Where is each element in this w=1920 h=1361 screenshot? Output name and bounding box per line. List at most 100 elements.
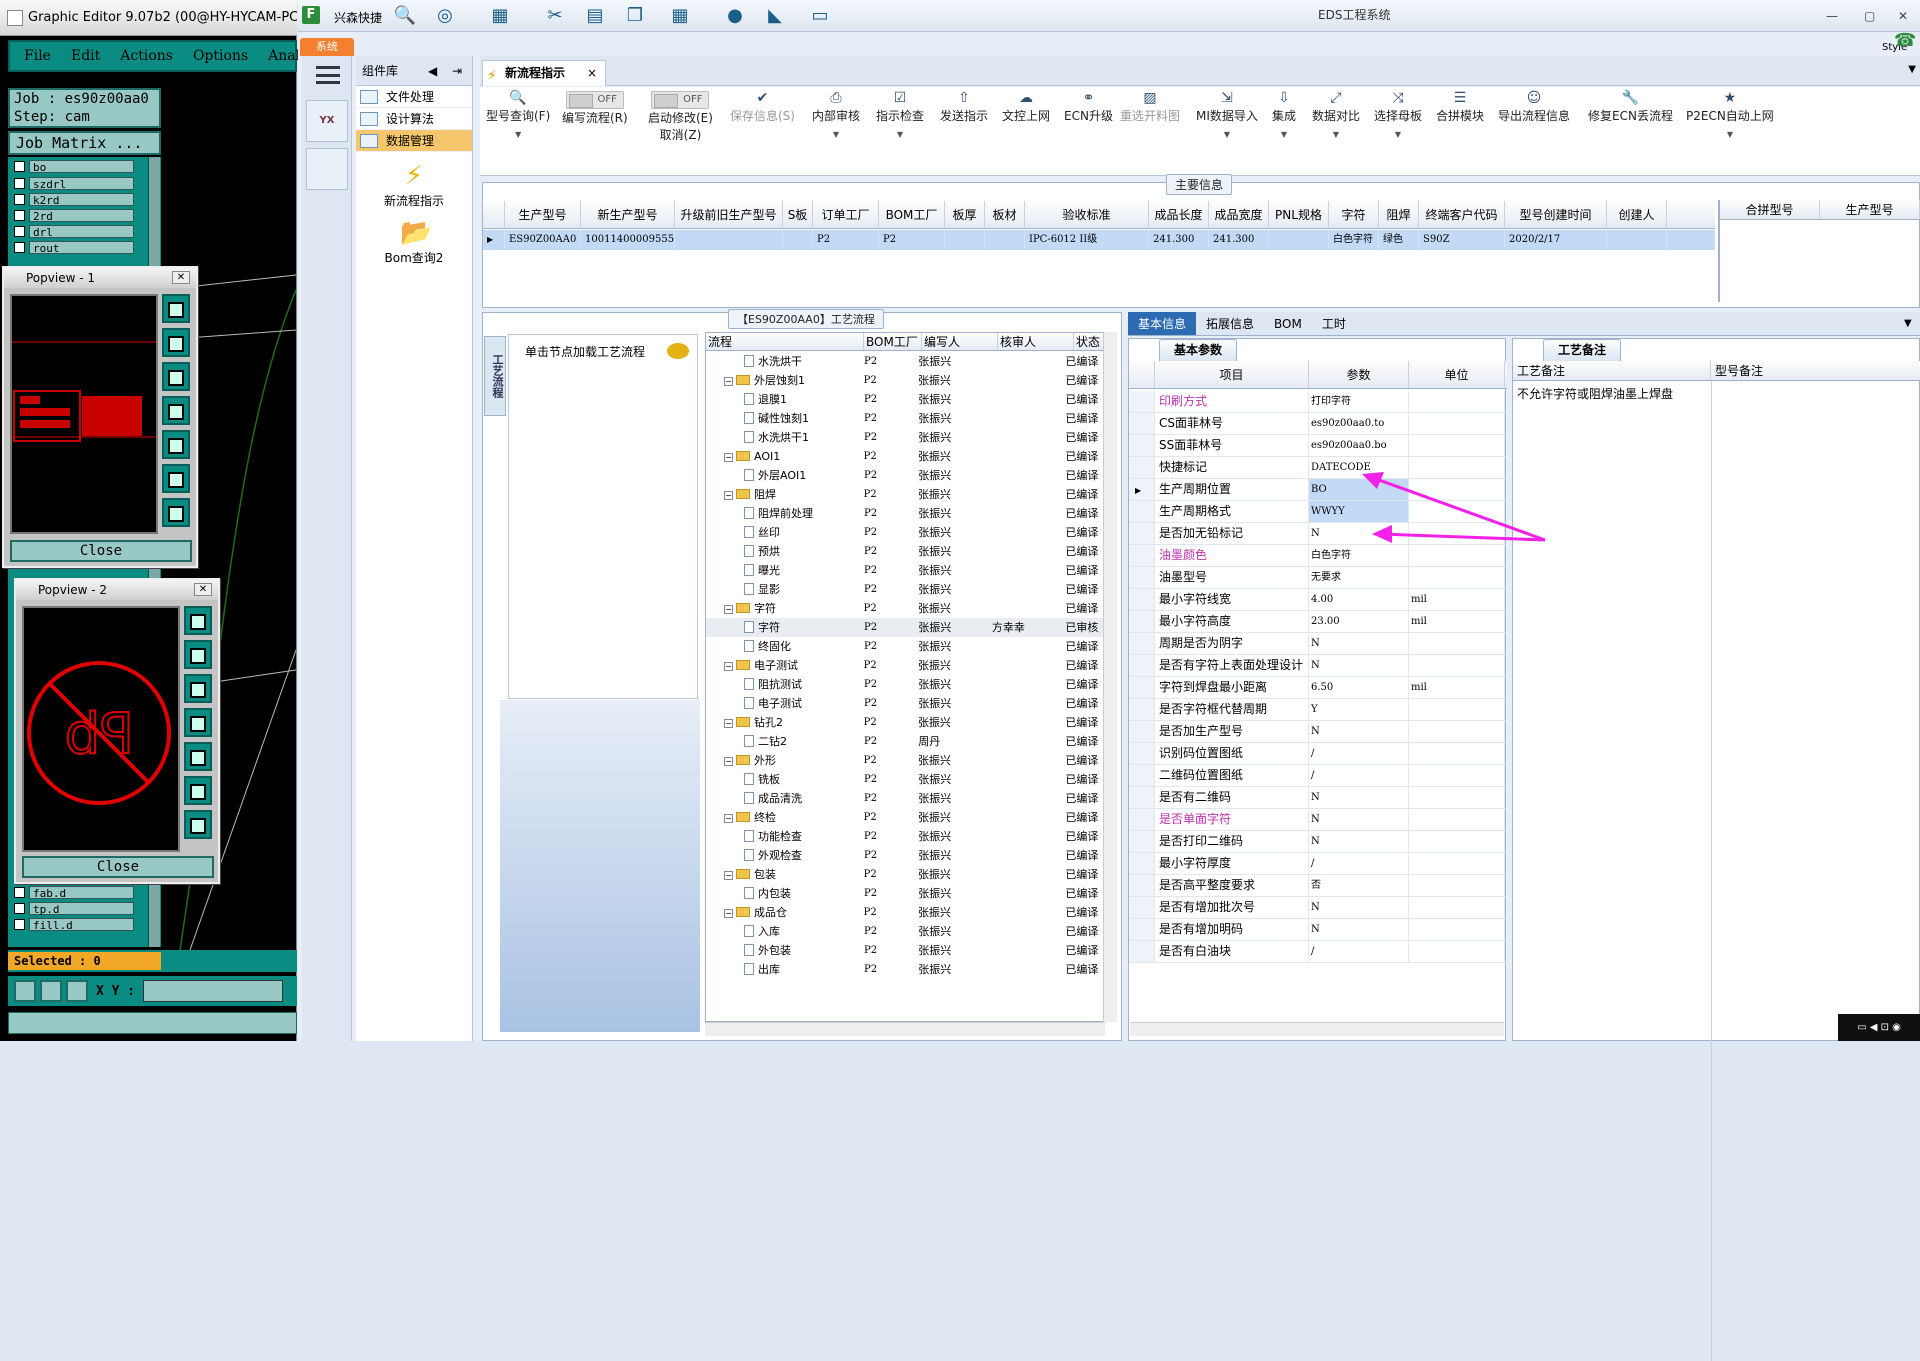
param-value-cell[interactable]: N — [1309, 655, 1409, 676]
param-unit-cell[interactable] — [1409, 787, 1505, 808]
popview-1-titlebar[interactable]: Popview - 1 ✕ — [4, 268, 196, 288]
param-row[interactable]: 油墨型号 无要求 — [1129, 567, 1507, 589]
tree-node[interactable]: 曝光 — [706, 561, 860, 580]
zoom-out-icon[interactable] — [162, 362, 190, 391]
process-tree-vertical-scrollbar[interactable] — [1103, 332, 1117, 1022]
param-value-cell[interactable]: / — [1309, 743, 1409, 764]
model-query-button[interactable]: 🔍 型号查询(F) ▼ — [486, 91, 550, 139]
tree-node[interactable]: − 阻焊 — [706, 485, 860, 504]
col-header[interactable]: 板材 — [985, 201, 1025, 228]
pan-left-icon[interactable] — [162, 396, 190, 425]
col-header[interactable]: 成品宽度 — [1209, 201, 1269, 228]
col-header[interactable]: PNL规格 — [1269, 201, 1329, 228]
param-unit-cell[interactable] — [1409, 765, 1505, 786]
monitor-icon[interactable]: ▭ — [808, 6, 832, 26]
process-tree-row[interactable]: 入库 P2 张振兴 已编译 — [706, 922, 1106, 941]
layer-row[interactable]: tp.d — [14, 901, 134, 916]
table-cell[interactable]: 241.300 — [1149, 230, 1209, 250]
integrate-button[interactable]: ⇩ 集成 ▼ — [1272, 91, 1296, 139]
param-row[interactable]: SS面菲林号 es90z00aa0.bo — [1129, 435, 1507, 457]
menu-options[interactable]: Options — [193, 48, 248, 64]
param-unit-cell[interactable] — [1409, 919, 1505, 940]
minimize-icon[interactable]: — — [1826, 9, 1838, 23]
col-header[interactable]: 工艺备注 — [1513, 361, 1711, 380]
zoom-in-icon[interactable] — [184, 640, 212, 669]
param-value-cell[interactable]: es90z00aa0.to — [1309, 413, 1409, 434]
close-icon[interactable]: ✕ — [172, 271, 190, 284]
internal-review-button[interactable]: ⎙ 内部审核 ▼ — [812, 91, 860, 139]
process-tree-row[interactable]: 字符 P2 张振兴 方幸幸 已审核 — [706, 618, 1106, 637]
col-header[interactable]: BOM工厂 — [864, 333, 922, 350]
fix-ecn-flow-button[interactable]: 🔧 修复ECN丢流程 — [1588, 91, 1673, 124]
param-value-cell[interactable]: / — [1309, 765, 1409, 786]
param-row[interactable]: CS面菲林号 es90z00aa0.to — [1129, 413, 1507, 435]
popview-1-close-button[interactable]: Close — [10, 540, 192, 562]
process-tree-row[interactable]: 碱性蚀刻1 P2 张振兴 已编译 — [706, 409, 1106, 428]
param-row[interactable]: 是否有白油块 / — [1129, 941, 1507, 963]
param-row[interactable]: 是否高平整度要求否 — [1129, 875, 1507, 897]
tree-node[interactable]: 水洗烘干 — [706, 352, 860, 371]
data-compare-button[interactable]: ⤢ 数据对比 ▼ — [1312, 91, 1360, 139]
process-tree-row[interactable]: − 外层蚀刻1 P2 张振兴 已编译 — [706, 371, 1106, 390]
col-header[interactable]: 流程 — [706, 333, 864, 350]
process-remark-text[interactable]: 不允许字符或阻焊油墨上焊盘 — [1517, 385, 1673, 402]
collapse-icon[interactable]: − — [724, 909, 733, 918]
pin-icon[interactable]: ⇥ — [452, 56, 462, 86]
col-header[interactable]: 参数 — [1309, 361, 1409, 388]
param-row[interactable]: 最小字符线宽 4.00 mil — [1129, 589, 1507, 611]
process-tree-row[interactable]: − 电子测试 P2 张振兴 已编译 — [706, 656, 1106, 675]
layer-checkbox[interactable] — [14, 919, 25, 930]
scissors-icon[interactable]: ✂ — [543, 6, 567, 26]
process-tree-row[interactable]: 内包装 P2 张振兴 已编译 — [706, 884, 1106, 903]
collapse-icon[interactable]: − — [724, 757, 733, 766]
param-row[interactable]: 周期是否为阴字 N — [1129, 633, 1507, 655]
tree-node[interactable]: − AOI1 — [706, 447, 860, 466]
job-matrix-button[interactable]: Job Matrix ... — [8, 131, 161, 155]
param-row[interactable]: 是否有增加明码 N — [1129, 919, 1507, 941]
start-modify-toggle[interactable]: OFF 启动修改(E) 取消(Z) — [648, 91, 713, 143]
col-header[interactable]: 编写人 — [922, 333, 998, 350]
fit-window-icon[interactable] — [184, 810, 212, 839]
layer-checkbox[interactable] — [14, 887, 25, 898]
param-unit-cell[interactable] — [1409, 633, 1505, 654]
col-header[interactable]: 订单工厂 — [813, 201, 879, 228]
collapse-icon[interactable]: − — [724, 871, 733, 880]
process-tree-row[interactable]: − 阻焊 P2 张振兴 已编译 — [706, 485, 1106, 504]
process-tree-row[interactable]: 阻焊前处理 P2 张振兴 已编译 — [706, 504, 1106, 523]
bom-query-shortcut[interactable]: 📂 Bom查询2 — [356, 219, 472, 266]
param-value-cell[interactable]: N — [1309, 721, 1409, 742]
param-value-cell[interactable]: Y — [1309, 699, 1409, 720]
param-unit-cell[interactable]: mil — [1409, 677, 1505, 698]
collapse-icon[interactable]: − — [724, 491, 733, 500]
col-header[interactable]: 终端客户代码 — [1419, 201, 1505, 228]
process-tree-row[interactable]: − 包装 P2 张振兴 已编译 — [706, 865, 1106, 884]
col-header[interactable]: 单位 — [1409, 361, 1505, 388]
process-tree-row[interactable]: 水洗烘干 P2 张振兴 已编译 — [706, 352, 1106, 371]
param-unit-cell[interactable] — [1409, 501, 1505, 522]
reselect-cutting-button[interactable]: ▨ 重选开料图 — [1120, 91, 1180, 124]
param-value-cell[interactable]: N — [1309, 809, 1409, 830]
zoom-fit-icon[interactable] — [162, 294, 190, 323]
tab-basic-info[interactable]: 基本信息 — [1128, 312, 1197, 335]
tree-node[interactable]: − 成品仓 — [706, 903, 860, 922]
table-cell[interactable]: 2020/2/17 — [1505, 230, 1607, 250]
process-tree-row[interactable]: 铣板 P2 张振兴 已编译 — [706, 770, 1106, 789]
film-icon[interactable]: ▤ — [583, 6, 607, 26]
tree-node[interactable]: 碱性蚀刻1 — [706, 409, 860, 428]
select-mother-board-button[interactable]: ⤨ 选择母板 ▼ — [1374, 91, 1422, 139]
param-unit-cell[interactable] — [1409, 545, 1505, 566]
search-icon[interactable]: 🔍 — [393, 6, 417, 26]
col-header[interactable]: BOM工厂 — [879, 201, 945, 228]
tree-node[interactable]: 内包装 — [706, 884, 860, 903]
maximize-icon[interactable]: ▢ — [1864, 9, 1875, 23]
param-value-cell[interactable]: 打印字符 — [1309, 391, 1409, 412]
col-header[interactable]: 生产型号 — [1820, 200, 1920, 219]
col-header[interactable]: 项目 — [1155, 361, 1309, 388]
write-flow-toggle[interactable]: OFF 编写流程(R) — [562, 91, 628, 126]
zoom-box-icon[interactable] — [162, 464, 190, 493]
collapse-icon[interactable]: − — [724, 377, 733, 386]
param-unit-cell[interactable] — [1409, 435, 1505, 456]
new-flow-indicator-shortcut[interactable]: ⚡ 新流程指示 — [356, 162, 472, 209]
cancel-label[interactable]: 取消(Z) — [660, 128, 702, 142]
process-tree-row[interactable]: 电子测试 P2 张振兴 已编译 — [706, 694, 1106, 713]
